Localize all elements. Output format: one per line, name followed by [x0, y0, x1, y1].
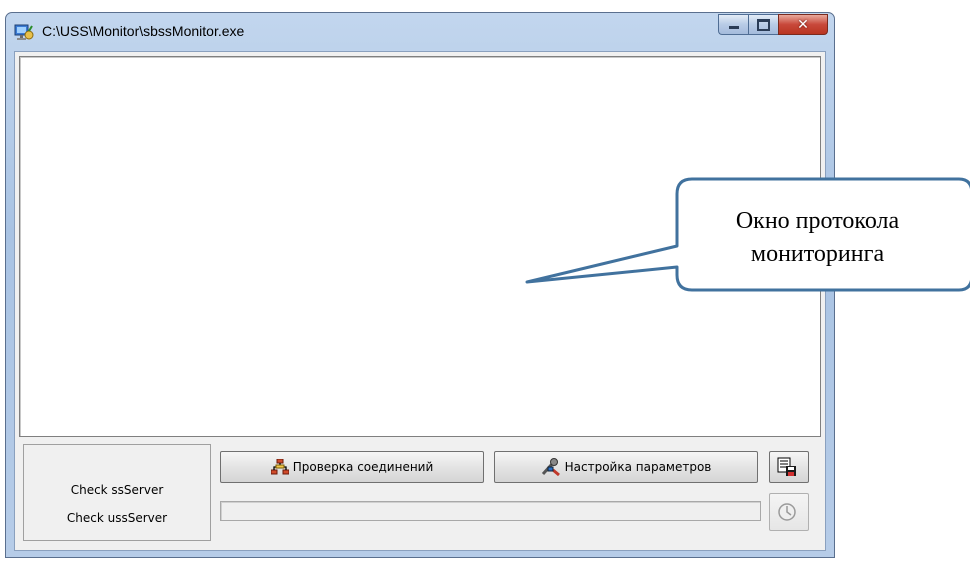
- check-ss-server-label: Check ssServer: [70, 483, 164, 497]
- server-check-panel: Check ssServer Check ussServer: [23, 444, 211, 541]
- title-bar[interactable]: C:\USS\Monitor\sbssMonitor.exe ✕: [6, 13, 834, 51]
- network-icon: [270, 459, 289, 475]
- check-uss-server-label: Check ussServer: [66, 511, 168, 525]
- progress-bar: [220, 501, 761, 521]
- app-icon: [14, 24, 34, 40]
- maximize-icon: [757, 18, 770, 31]
- close-icon: ✕: [797, 16, 809, 33]
- save-log-icon: [777, 457, 796, 476]
- minimize-icon: [728, 26, 739, 29]
- caption-buttons: ✕: [718, 14, 828, 35]
- callout-line-1: Окно протокола: [735, 208, 900, 234]
- maximize-button[interactable]: [748, 14, 778, 35]
- clock-icon: [778, 503, 796, 521]
- window-title: C:\USS\Monitor\sbssMonitor.exe: [42, 23, 245, 39]
- callout-text: Окно протокола мониторинга: [675, 205, 960, 271]
- check-connections-label: Проверка соединений: [292, 460, 434, 474]
- settings-button[interactable]: Настройка параметров: [494, 451, 758, 483]
- save-log-button[interactable]: [769, 451, 809, 483]
- check-connections-button[interactable]: Проверка соединений: [220, 451, 484, 483]
- close-button[interactable]: ✕: [778, 14, 828, 35]
- callout-line-2: мониторинга: [750, 241, 885, 267]
- minimize-button[interactable]: [718, 14, 748, 35]
- settings-label: Настройка параметров: [564, 460, 712, 474]
- disabled-tool-button[interactable]: [769, 493, 809, 531]
- tools-icon: [541, 458, 560, 476]
